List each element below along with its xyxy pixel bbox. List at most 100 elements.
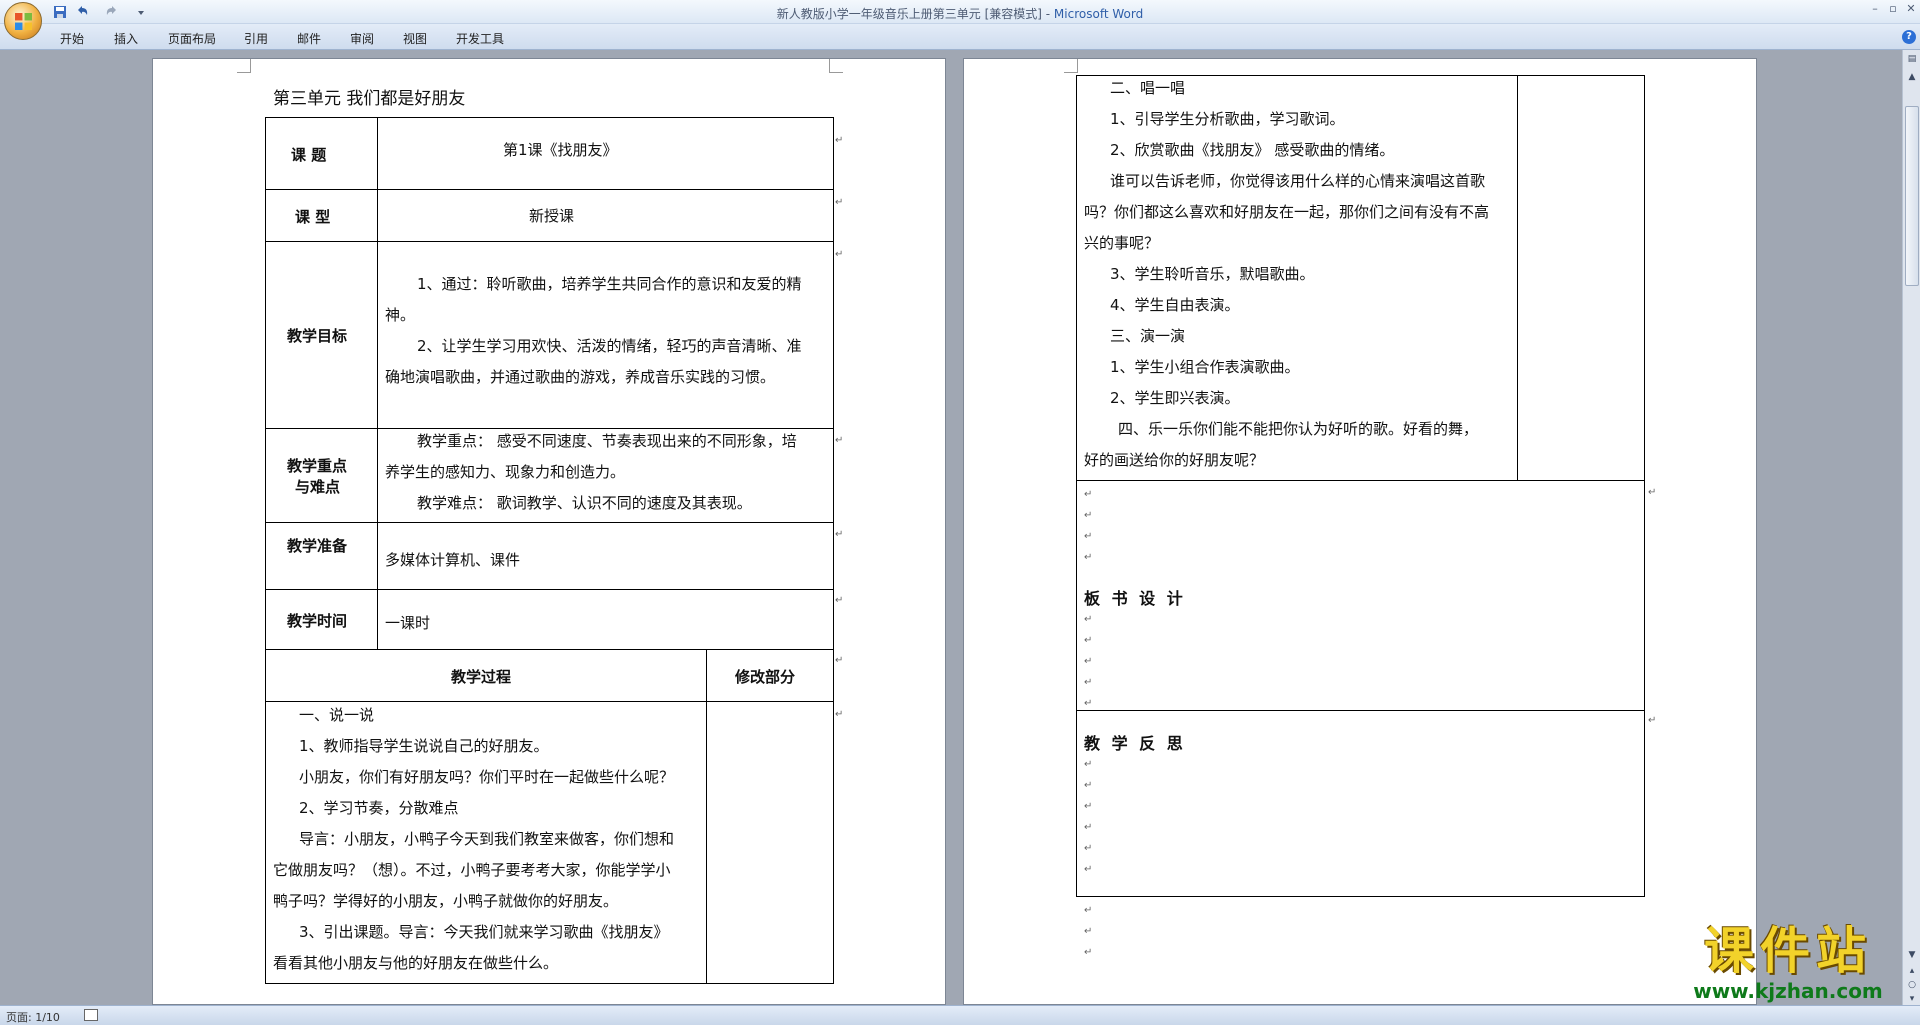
topic-label: 课 题 xyxy=(291,146,327,164)
row-end-mark: ↵ xyxy=(1648,487,1657,498)
paragraph-mark: ↵ xyxy=(1084,801,1093,812)
paragraph-mark: ↵ xyxy=(1084,698,1093,709)
goal-line: 2、让学生学习用欢快、活泼的情绪，轻巧的声音清晰、准 xyxy=(417,337,802,355)
reflection-label: 教 学 反 思 xyxy=(1084,734,1186,753)
paragraph-mark: ↵ xyxy=(1084,780,1093,791)
paragraph-mark: ↵ xyxy=(1084,905,1093,916)
row-end-mark: ↵ xyxy=(835,249,844,260)
time-value: 一课时 xyxy=(385,614,431,632)
crop-mark xyxy=(829,59,843,73)
ruler-toggle-icon[interactable]: ▤ xyxy=(1905,52,1919,66)
process-line: 3、学生聆听音乐，默唱歌曲。 xyxy=(1110,265,1315,283)
paragraph-mark: ↵ xyxy=(1084,510,1093,521)
document-page-2: 二、唱一唱 1、引导学生分析歌曲，学习歌词。 2、欣赏歌曲《找朋友》 感受歌曲的… xyxy=(963,58,1757,1005)
table-border xyxy=(265,701,834,702)
minimize-icon[interactable]: – xyxy=(1866,2,1884,16)
table-border xyxy=(265,983,834,984)
table-border xyxy=(265,522,834,523)
key-label-line2: 与难点 xyxy=(295,478,341,496)
vertical-scrollbar[interactable]: ▤ ▲ ▼ ▴ ○ ▾ xyxy=(1902,50,1920,1005)
table-border xyxy=(1076,480,1645,481)
tab-mailings[interactable]: 邮件 xyxy=(297,30,321,47)
paragraph-mark: ↵ xyxy=(1084,677,1093,688)
table-border xyxy=(265,649,834,650)
scroll-up-icon[interactable]: ▲ xyxy=(1905,70,1919,84)
table-border xyxy=(1076,75,1077,896)
process-line: 小朋友，你们有好朋友吗？你们平时在一起做些什么呢？ xyxy=(299,768,675,786)
row-end-mark: ↵ xyxy=(835,435,844,446)
paragraph-mark: ↵ xyxy=(1084,531,1093,542)
topic-value: 第1课《找朋友》 xyxy=(503,141,618,159)
help-icon[interactable]: ? xyxy=(1902,30,1916,44)
watermark-url: www.kjzhan.com xyxy=(1693,979,1883,1003)
table-border xyxy=(833,117,834,983)
title-bar: 新人教版小学一年级音乐上册第三单元 [兼容模式] - Microsoft Wor… xyxy=(0,0,1920,24)
type-label: 课 型 xyxy=(295,208,331,226)
process-line: 兴的事呢？ xyxy=(1084,234,1160,252)
key-line: 教学难点： 歌词教学、认识不同的速度及其表现。 xyxy=(417,494,752,512)
type-value: 新授课 xyxy=(529,207,575,225)
save-icon[interactable] xyxy=(52,4,68,20)
proofing-status-icon[interactable] xyxy=(84,1009,98,1021)
paragraph-mark: ↵ xyxy=(1084,489,1093,500)
table-border xyxy=(265,589,834,590)
tab-references[interactable]: 引用 xyxy=(244,30,268,47)
table-border xyxy=(377,117,378,649)
tab-developer[interactable]: 开发工具 xyxy=(456,30,504,47)
row-end-mark: ↵ xyxy=(1648,715,1657,726)
redo-icon[interactable] xyxy=(104,4,120,20)
watermark-logo: 课件站 www.kjzhan.com xyxy=(1668,922,1908,1002)
office-logo-icon xyxy=(15,13,32,30)
tab-home[interactable]: 开始 xyxy=(60,30,84,47)
key-line: 养学生的感知力、现象力和创造力。 xyxy=(385,463,626,481)
customize-toolbar-icon[interactable] xyxy=(136,4,146,20)
process-line: 2、欣赏歌曲《找朋友》 感受歌曲的情绪。 xyxy=(1110,141,1395,159)
board-design-label: 板 书 设 计 xyxy=(1084,589,1186,608)
process-line: 3、引出课题。导言：今天我们就来学习歌曲《找朋友》 xyxy=(299,923,669,941)
key-line: 教学重点： 感受不同速度、节奏表现出来的不同形象，培 xyxy=(417,432,797,450)
process-line: 1、教师指导学生说说自己的好朋友。 xyxy=(299,737,549,755)
table-border xyxy=(265,241,834,242)
row-end-mark: ↵ xyxy=(835,655,844,666)
window-title: 新人教版小学一年级音乐上册第三单元 [兼容模式] - Microsoft Wor… xyxy=(776,7,1144,21)
time-label: 教学时间 xyxy=(287,612,348,630)
status-bar: 页面: 1/10 xyxy=(0,1005,1920,1025)
process-line: 看看其他小朋友与他的好朋友在做些什么。 xyxy=(273,954,559,972)
process-line: 4、学生自由表演。 xyxy=(1110,296,1240,314)
process-line: 1、学生小组合作表演歌曲。 xyxy=(1110,358,1300,376)
scrollbar-thumb[interactable] xyxy=(1905,106,1919,286)
paragraph-mark: ↵ xyxy=(1084,552,1093,563)
table-border xyxy=(1076,75,1645,76)
process-line: 它做朋友吗？（想）。不过，小鸭子要考考大家，你能学学小 xyxy=(273,861,671,879)
table-border xyxy=(265,117,834,118)
page-count[interactable]: 页面: 1/10 xyxy=(6,1009,60,1025)
goal-label: 教学目标 xyxy=(287,327,348,345)
row-end-mark: ↵ xyxy=(835,709,844,720)
revise-label: 修改部分 xyxy=(735,668,796,686)
undo-icon[interactable] xyxy=(74,4,90,20)
paragraph-mark: ↵ xyxy=(1084,926,1093,937)
crop-mark xyxy=(1064,59,1078,73)
row-end-mark: ↵ xyxy=(835,529,844,540)
tab-review[interactable]: 审阅 xyxy=(350,30,374,47)
process-line: 谁可以告诉老师，你觉得该用什么样的心情来演唱这首歌 xyxy=(1110,172,1486,190)
document-page-1: 第三单元 我们都是好朋友 课 题 第1课《找朋友》 课 型 新授课 教学目标 1… xyxy=(152,58,946,1005)
paragraph-mark: ↵ xyxy=(1084,614,1093,625)
table-border xyxy=(1076,710,1645,711)
watermark-title: 课件站 xyxy=(1704,922,1872,980)
row-end-mark: ↵ xyxy=(835,197,844,208)
close-icon[interactable]: ✕ xyxy=(1902,2,1920,16)
table-border xyxy=(1517,75,1518,480)
office-button[interactable] xyxy=(4,2,42,40)
paragraph-mark: ↵ xyxy=(1084,635,1093,646)
process-line: 2、学习节奏，分散难点 xyxy=(299,799,459,817)
process-line: 导言：小朋友，小鸭子今天到我们教室来做客，你们想和 xyxy=(299,830,675,848)
process-label: 教学过程 xyxy=(451,668,512,686)
tab-insert[interactable]: 插入 xyxy=(114,30,138,47)
goal-line: 确地演唱歌曲，并通过歌曲的游戏，养成音乐实践的习惯。 xyxy=(385,368,776,386)
table-border xyxy=(265,117,266,983)
maximize-icon[interactable]: ▫ xyxy=(1884,2,1902,16)
process-line: 2、学生即兴表演。 xyxy=(1110,389,1240,407)
tab-page-layout[interactable]: 页面布局 xyxy=(168,30,216,47)
tab-view[interactable]: 视图 xyxy=(403,30,427,47)
